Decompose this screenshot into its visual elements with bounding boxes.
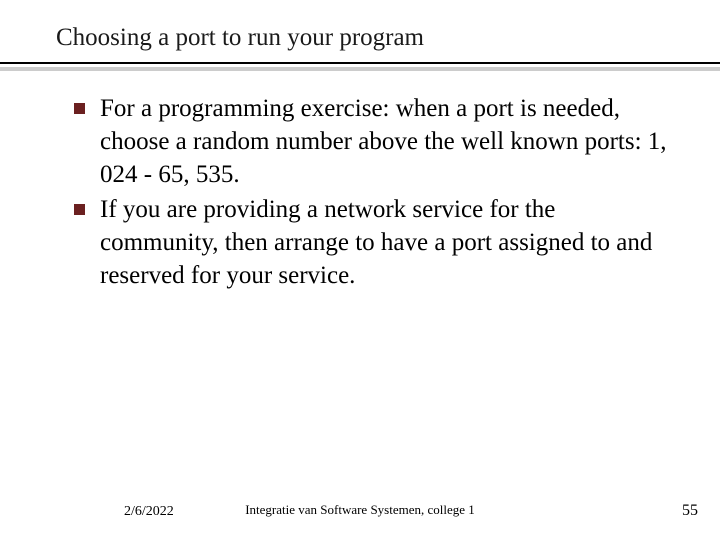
bullet-text: If you are providing a network service f… [100,196,652,289]
title-rule [0,62,720,64]
bullet-icon [74,103,85,114]
footer-page-number: 55 [682,502,698,520]
content-area: For a programming exercise: when a port … [56,92,672,292]
title-rule-shadow [0,67,720,71]
slide-title: Choosing a port to run your program [56,24,672,52]
slide: Choosing a port to run your program For … [0,0,720,540]
list-item: If you are providing a network service f… [74,193,672,292]
bullet-icon [74,204,85,215]
footer: 2/6/2022 Integratie van Software Systeme… [0,496,720,520]
list-item: For a programming exercise: when a port … [74,92,672,191]
bullet-text: For a programming exercise: when a port … [100,95,667,188]
footer-center: Integratie van Software Systemen, colleg… [0,502,720,518]
